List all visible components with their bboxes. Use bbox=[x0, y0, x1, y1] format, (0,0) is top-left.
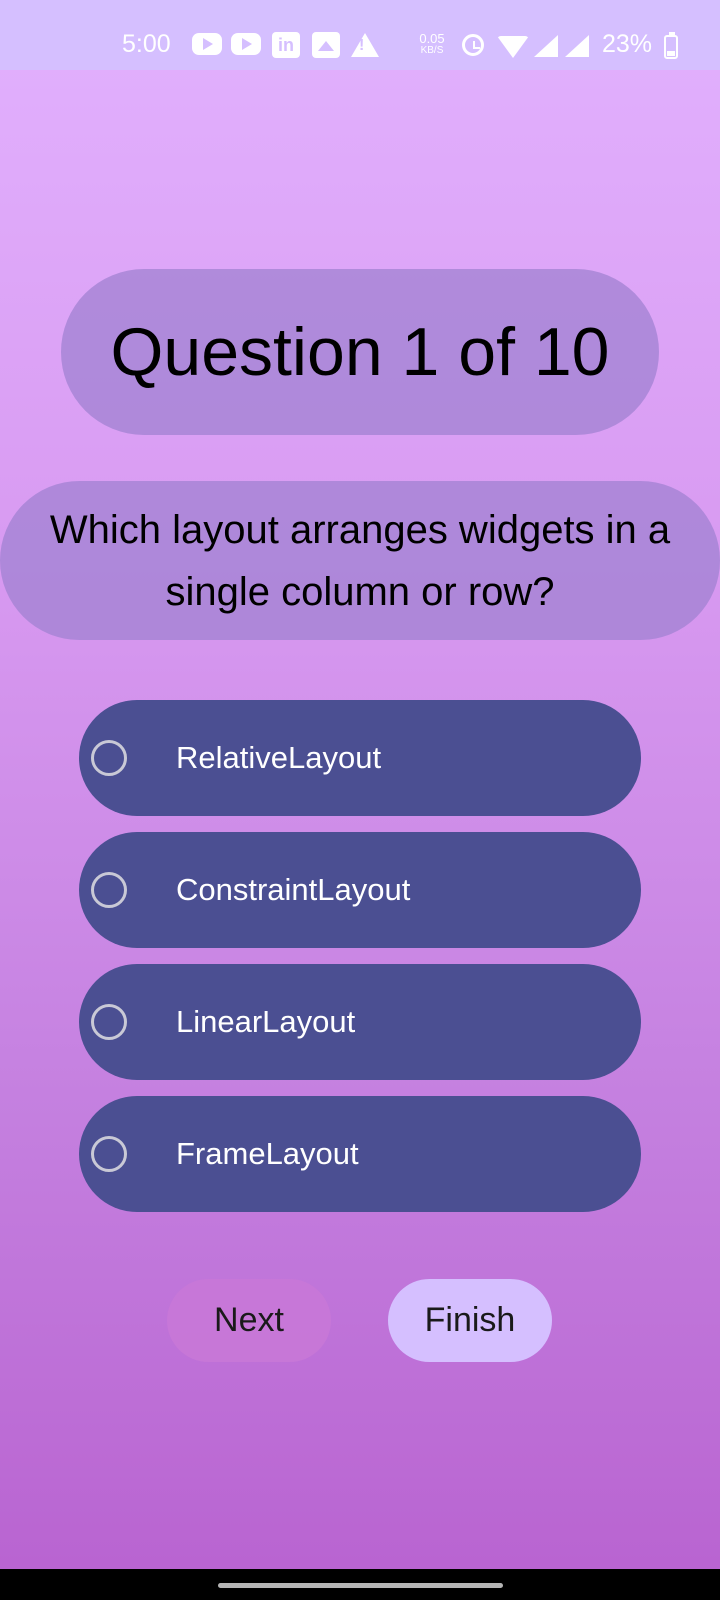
navigation-bar bbox=[0, 1569, 720, 1600]
status-time: 5:00 bbox=[122, 30, 171, 58]
radio-button[interactable] bbox=[91, 1004, 127, 1040]
network-speed: 0.05 KB/S bbox=[412, 31, 452, 57]
option-linear-layout[interactable]: LinearLayout bbox=[79, 964, 641, 1080]
warning-icon bbox=[351, 33, 379, 57]
alarm-icon bbox=[462, 34, 484, 56]
option-constraint-layout[interactable]: ConstraintLayout bbox=[79, 832, 641, 948]
signal-icon bbox=[565, 35, 589, 57]
option-frame-layout[interactable]: FrameLayout bbox=[79, 1096, 641, 1212]
question-text: Which layout arranges widgets in a singl… bbox=[49, 507, 671, 614]
option-label: ConstraintLayout bbox=[176, 872, 411, 907]
youtube-icon bbox=[192, 33, 222, 55]
status-bar: 5:00 in ! 0.05 KB/S 23% bbox=[0, 0, 720, 70]
question-card: Which layout arranges widgets in a singl… bbox=[0, 481, 720, 640]
radio-button[interactable] bbox=[91, 1136, 127, 1172]
option-label: FrameLayout bbox=[176, 1136, 359, 1171]
question-counter: Question 1 of 10 bbox=[61, 269, 659, 435]
option-label: RelativeLayout bbox=[176, 740, 382, 775]
next-button[interactable]: Next bbox=[167, 1279, 331, 1362]
finish-button[interactable]: Finish bbox=[388, 1279, 552, 1362]
gallery-icon bbox=[312, 32, 340, 58]
youtube-icon bbox=[231, 33, 261, 55]
radio-button[interactable] bbox=[91, 740, 127, 776]
network-speed-unit: KB/S bbox=[420, 45, 444, 56]
radio-button[interactable] bbox=[91, 872, 127, 908]
wifi-icon bbox=[497, 36, 529, 58]
battery-percent: 23% bbox=[602, 30, 653, 58]
option-label: LinearLayout bbox=[176, 1004, 356, 1039]
network-speed-value: 0.05 bbox=[419, 31, 445, 46]
signal-icon bbox=[534, 35, 558, 57]
home-gesture-handle[interactable] bbox=[218, 1583, 503, 1588]
linkedin-icon: in bbox=[272, 32, 300, 58]
question-counter-text: Question 1 of 10 bbox=[110, 314, 610, 390]
option-relative-layout[interactable]: RelativeLayout bbox=[79, 700, 641, 816]
battery-icon bbox=[664, 32, 678, 59]
